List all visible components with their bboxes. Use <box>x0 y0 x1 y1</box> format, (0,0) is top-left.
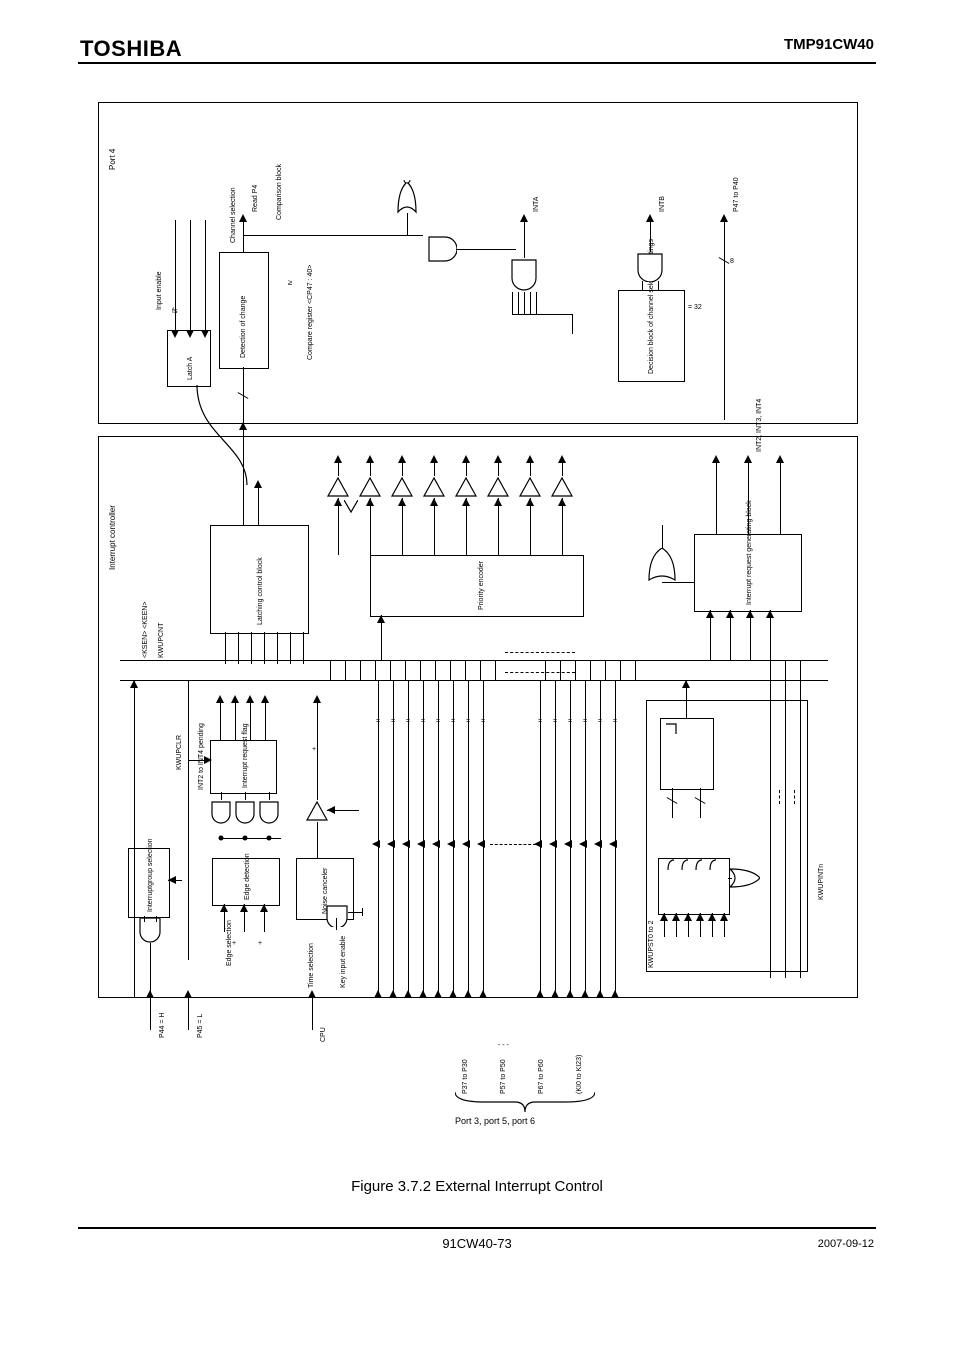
lower-box-title: Interrupt controller <box>108 505 117 570</box>
and-gate-b <box>510 258 538 292</box>
plus-1: + <box>232 940 236 947</box>
time-sel-label: Time selection <box>308 943 315 988</box>
buf-4 <box>454 476 478 498</box>
buf-5 <box>486 476 510 498</box>
and-gate-a <box>427 235 457 263</box>
buf-0 <box>326 476 350 498</box>
ge-symbol: ≥ <box>288 278 292 287</box>
figure-caption: Figure 3.7.2 External Interrupt Control <box>0 1178 954 1195</box>
p4-inputs-label: P47 to P40 <box>733 177 740 212</box>
page-number: 91CW40-73 <box>0 1236 954 1251</box>
and-intrq-1 <box>234 800 256 824</box>
compare-change-label: Detection of change <box>240 296 247 358</box>
keyin-enable-label: Key input enable <box>340 936 347 988</box>
input-enable-label: Input enable <box>156 271 163 310</box>
curve-a <box>167 385 287 485</box>
cpu-label: CPU <box>320 1027 327 1042</box>
or-gate-right <box>647 548 677 582</box>
latch-a-label: Latch A <box>187 357 194 380</box>
gnd-icon <box>344 500 358 514</box>
edge-detect-label: Edge detection <box>244 853 251 900</box>
and-intrq-2 <box>258 800 280 824</box>
part-number: TMP91CW40 <box>784 36 874 53</box>
p44h-label: P44 = H <box>159 1013 166 1039</box>
channel-selection-label: Channel selection <box>230 187 237 243</box>
kwupclr-label: KWUPCLR <box>176 735 183 770</box>
read-p4-label: Read P4 <box>252 185 259 212</box>
port356-label: Port 3, port 5, port 6 <box>455 1116 535 1126</box>
intrq-flag-label: Interrupt request flag <box>242 723 249 788</box>
kwupcnt-reg: KWUPCNT <box>158 623 165 658</box>
plus-nc: + <box>312 746 316 753</box>
buf-1 <box>358 476 382 498</box>
p67-p60-label: P67 to P60 <box>538 1059 545 1094</box>
inta-label: INTA <box>533 197 540 212</box>
header-rule <box>78 62 876 64</box>
buf-6 <box>518 476 542 498</box>
compare-cpreg-label: Compare register <CP47 : 40> <box>307 265 314 360</box>
kwupst-label: KWUPST0 to 2 <box>648 921 655 968</box>
kwupcnt-bits: <KSEN> <KEEN> <box>142 602 149 658</box>
plus-2: + <box>258 940 262 947</box>
comparison-block-label: Comparison block <box>276 164 283 220</box>
upper-box-title: Port 4 <box>108 149 117 170</box>
intb-label: INTB <box>659 196 666 212</box>
slash-8a: 8 <box>730 258 734 265</box>
priority-encoder-box <box>370 555 584 617</box>
upper-frame <box>98 102 858 424</box>
grp-sel-label: Interruptgroup selection <box>147 838 154 912</box>
eq32-label: = 32 <box>688 304 702 311</box>
and-gate-grp <box>138 918 162 944</box>
latching-control-label: Latching control block <box>257 557 264 625</box>
ki0-23-label: (KI0 to KI23) <box>576 1055 583 1094</box>
buf-3 <box>422 476 446 498</box>
priority-encoder-label: Priority encoder <box>478 561 485 610</box>
and-intrq-0 <box>210 800 232 824</box>
p37-p30-label: P37 to P30 <box>462 1059 469 1094</box>
p45l-label: P45 = L <box>197 1014 204 1038</box>
ellipsis: - - - <box>498 1042 509 1049</box>
brand-logo: TOSHIBA <box>80 36 182 62</box>
int234-label: INT2, INT3, INT4 <box>756 399 763 452</box>
kwupint-label: KWUPINTn <box>818 864 825 900</box>
buf-7 <box>550 476 574 498</box>
and-gate-c <box>636 252 664 282</box>
buf-nc <box>305 800 329 822</box>
buf-2 <box>390 476 414 498</box>
or-gate-top <box>394 180 420 214</box>
footer-rule <box>78 1227 876 1229</box>
p57-p50-label: P57 to P50 <box>500 1059 507 1094</box>
footer-date: 2007-09-12 <box>818 1238 874 1250</box>
brace <box>455 1092 595 1116</box>
right-group-frame <box>646 700 808 972</box>
